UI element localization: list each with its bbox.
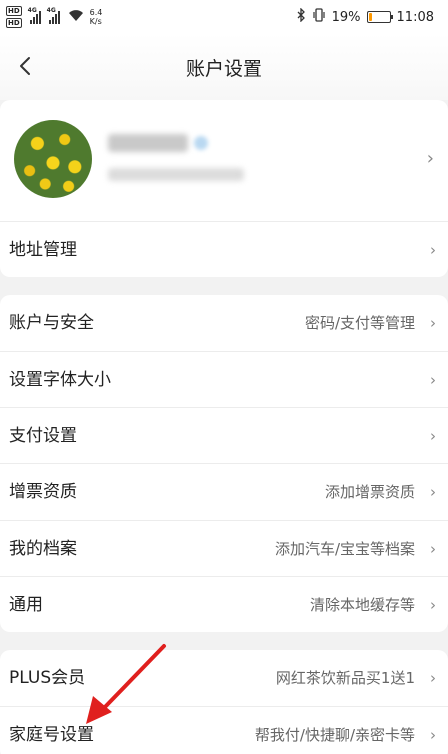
status-left: HD HD 4G 4G 6.4 K/s bbox=[6, 3, 102, 31]
chevron-right-icon: › bbox=[430, 371, 436, 389]
chevron-right-icon: › bbox=[430, 427, 436, 445]
status-bar: HD HD 4G 4G 6.4 K/s 19% 11:08 bbox=[0, 0, 448, 34]
chevron-right-icon: › bbox=[426, 148, 434, 169]
membership-group: PLUS会员 网红茶饮新品买1送1 › 家庭号设置 帮我付/快捷聊/亲密卡等 › bbox=[0, 650, 448, 754]
signal-icon: 4G bbox=[27, 7, 41, 24]
row-label: 增票资质 bbox=[9, 482, 77, 502]
network-speed: 6.4 K/s bbox=[90, 8, 103, 26]
network-type-label: 4G bbox=[27, 7, 37, 14]
row-label: 地址管理 bbox=[9, 240, 77, 260]
network-type-label: 4G bbox=[46, 7, 56, 14]
address-management-row[interactable]: 地址管理 › bbox=[0, 221, 448, 277]
row-value: 帮我付/快捷聊/亲密卡等 bbox=[254, 726, 415, 744]
bluetooth-icon bbox=[297, 7, 306, 26]
vat-invoice-row[interactable]: 增票资质 添加增票资质 › bbox=[0, 463, 448, 519]
payment-settings-row[interactable]: 支付设置 › bbox=[0, 407, 448, 463]
plus-membership-row[interactable]: PLUS会员 网红茶饮新品买1送1 › bbox=[0, 650, 448, 706]
hd-badge: HD bbox=[6, 18, 22, 28]
row-value: 添加增票资质 bbox=[324, 483, 415, 501]
profile-card: › 地址管理 › bbox=[0, 100, 448, 277]
row-label: 通用 bbox=[9, 595, 43, 615]
header: 账户设置 bbox=[0, 34, 448, 100]
page-title: 账户设置 bbox=[185, 58, 262, 80]
account-settings-page: HD HD 4G 4G 6.4 K/s 19% 11:08 账户设置 › 地址管… bbox=[0, 0, 448, 754]
my-profile-row[interactable]: 我的档案 添加汽车/宝宝等档案 › bbox=[0, 520, 448, 576]
blurred-username bbox=[108, 134, 188, 152]
chevron-right-icon: › bbox=[430, 669, 436, 687]
wifi-icon bbox=[68, 8, 84, 26]
battery-percent: 19% bbox=[331, 9, 361, 25]
hd-badge: HD bbox=[6, 6, 22, 16]
chevron-right-icon: › bbox=[430, 241, 436, 259]
row-label: 我的档案 bbox=[9, 539, 77, 559]
general-row[interactable]: 通用 清除本地缓存等 › bbox=[0, 576, 448, 632]
chevron-right-icon: › bbox=[430, 726, 436, 744]
row-label: 家庭号设置 bbox=[9, 725, 94, 745]
battery-level bbox=[368, 13, 373, 21]
row-value: 清除本地缓存等 bbox=[309, 596, 415, 614]
network-speed-unit: K/s bbox=[89, 17, 102, 26]
chevron-right-icon: › bbox=[430, 596, 436, 614]
verified-badge-icon bbox=[194, 136, 208, 150]
profile-row[interactable]: › bbox=[0, 100, 448, 218]
row-label: 设置字体大小 bbox=[9, 370, 111, 390]
row-label: 支付设置 bbox=[9, 426, 77, 446]
chevron-right-icon: › bbox=[430, 314, 436, 332]
font-size-row[interactable]: 设置字体大小 › bbox=[0, 351, 448, 407]
row-value: 密码/支付等管理 bbox=[304, 314, 415, 332]
row-label: PLUS会员 bbox=[9, 668, 86, 688]
family-account-row[interactable]: 家庭号设置 帮我付/快捷聊/亲密卡等 › bbox=[0, 706, 448, 754]
vibrate-icon bbox=[312, 8, 326, 26]
avatar[interactable] bbox=[14, 120, 92, 198]
hd-indicators: HD HD bbox=[6, 6, 22, 28]
battery-icon bbox=[366, 11, 393, 23]
network-speed-value: 6.4 bbox=[89, 8, 103, 17]
clock: 11:08 bbox=[396, 9, 434, 25]
chevron-right-icon: › bbox=[430, 540, 436, 558]
signal-icon: 4G bbox=[46, 7, 60, 24]
row-value: 添加汽车/宝宝等档案 bbox=[274, 540, 415, 558]
blurred-account-id bbox=[108, 168, 244, 181]
status-right: 19% 11:08 bbox=[297, 7, 434, 26]
row-label: 账户与安全 bbox=[9, 313, 94, 333]
chevron-right-icon: › bbox=[430, 483, 436, 501]
settings-group: 账户与安全 密码/支付等管理 › 设置字体大小 › 支付设置 › 增票资质 添加… bbox=[0, 295, 448, 632]
row-value: 网红茶饮新品买1送1 bbox=[275, 669, 415, 687]
account-security-row[interactable]: 账户与安全 密码/支付等管理 › bbox=[0, 295, 448, 351]
